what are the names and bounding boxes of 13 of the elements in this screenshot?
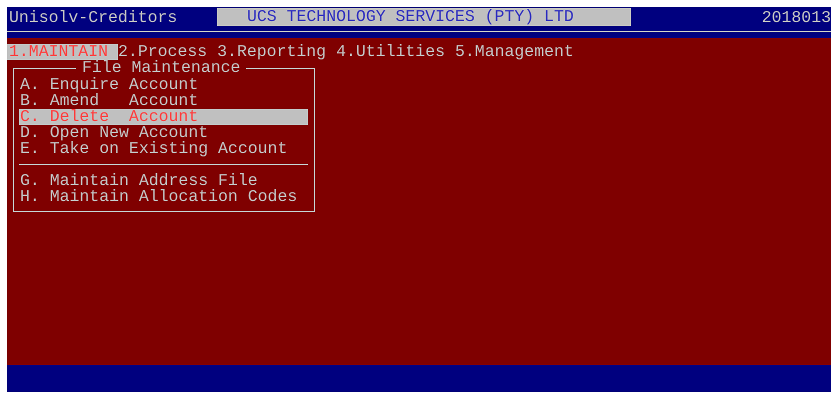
menu-item[interactable]: 5.Management (455, 44, 584, 60)
menu-option[interactable]: A. Enquire Account (19, 77, 308, 93)
menu-option[interactable]: H. Maintain Allocation Codes (19, 189, 308, 205)
menu-item[interactable]: 4.Utilities (336, 44, 455, 60)
date: 2018013 (762, 8, 831, 26)
menu-option[interactable]: D. Open New Account (19, 125, 308, 141)
app-name: Unisolv-Creditors (8, 8, 178, 26)
menu-item[interactable]: 3.Reporting (217, 44, 336, 60)
menu-option[interactable]: B. Amend Account (19, 93, 308, 109)
menu-option[interactable]: G. Maintain Address File (19, 173, 308, 189)
company-name: UCS TECHNOLOGY SERVICES (PTY) LTD (217, 8, 631, 26)
menu-item[interactable]: 2.Process (118, 44, 218, 60)
menu-option[interactable]: E. Take on Existing Account (19, 141, 308, 157)
